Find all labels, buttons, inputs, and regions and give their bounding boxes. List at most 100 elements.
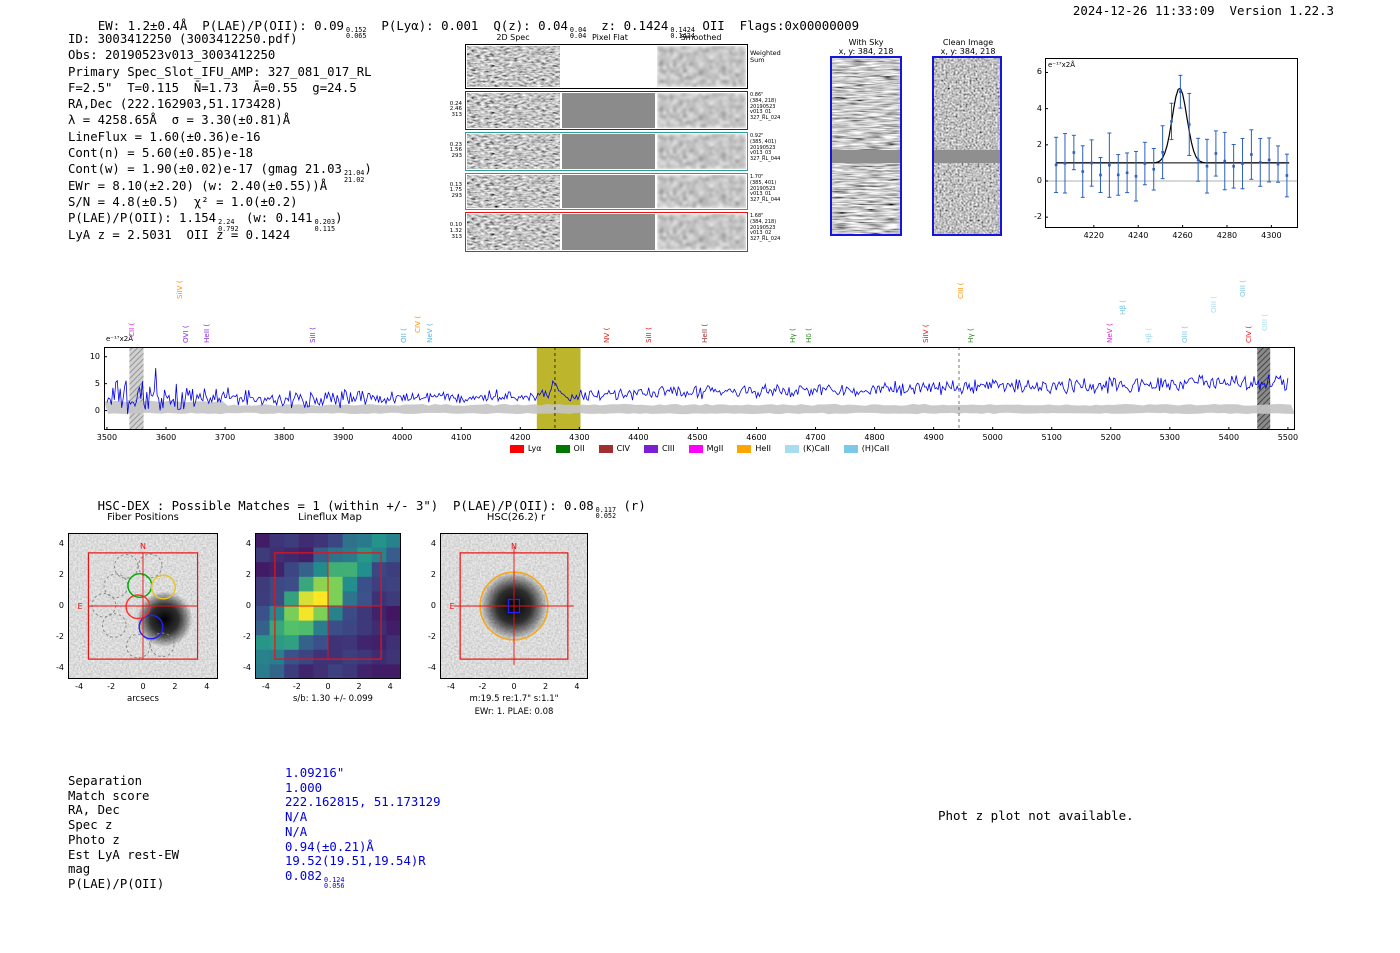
heatmap-cell <box>298 562 314 578</box>
legend-item: OII <box>555 444 585 453</box>
lineflux-caption: s/b: 1.30 +/- 0.099 <box>293 694 373 704</box>
weight-line: 293 <box>451 153 463 160</box>
emission-line-label: CII ( <box>126 322 136 337</box>
with-sky-noise <box>832 58 900 234</box>
legend-label: (H)CaII <box>861 444 890 453</box>
legend-item: (H)CaII <box>843 444 890 453</box>
emission-line-label: SiIV ( <box>921 324 931 343</box>
spec2d-cell-pixelflat <box>562 46 655 87</box>
legend-item: MgII <box>688 444 723 453</box>
match-row-label: Photo z <box>68 832 120 847</box>
hsc-dex-suffix: (r) <box>616 499 646 513</box>
info-lambda-sigma: λ = 4258.65Å σ = 3.30(±0.81)Å <box>68 113 291 128</box>
match-row-value: N/A <box>285 825 307 839</box>
emission-line-label: HeII ( <box>699 323 709 343</box>
full-spectrum-plot <box>104 347 1295 430</box>
heatmap-cell <box>328 620 344 636</box>
info-id: ID: 3003412250 (3003412250.pdf) <box>68 32 298 46</box>
inset-xtick-label: 4280 <box>1216 231 1238 240</box>
inset-xtick-label: 4300 <box>1261 231 1282 240</box>
heatmap-cell <box>357 649 373 665</box>
legend-item: HeII <box>737 444 771 453</box>
inset-xtick-label: 4260 <box>1172 231 1193 240</box>
heatmap-cell <box>357 606 373 622</box>
heatmap-cell <box>284 606 300 622</box>
spec2d-cell-pixelflat <box>562 93 655 128</box>
spectrum-xtick-label: 3600 <box>155 433 177 442</box>
heatmap-cell <box>269 649 285 665</box>
data-point <box>1143 162 1147 165</box>
heatmap-cell <box>284 533 300 549</box>
heatmap-cell <box>371 620 387 636</box>
spec2d-row-weights: 0.24 2.46 313 <box>440 101 463 119</box>
data-point <box>1072 151 1076 154</box>
col-header-smoothed: Smoothed <box>680 33 722 42</box>
cutout-ytick-label: 4 <box>58 538 64 548</box>
cutout-xtick-label: -4 <box>447 682 455 691</box>
spec2d-cell-smoothed <box>657 93 746 132</box>
cutout-ytick-label: 0 <box>430 601 436 610</box>
data-point <box>1232 164 1235 168</box>
heatmap-cell <box>255 620 271 636</box>
heatmap-cell <box>342 533 358 549</box>
cutout-xtick-label: 2 <box>356 682 362 691</box>
info-spec-slot: Primary Spec_Slot_IFU_AMP: 327_081_017_R… <box>68 64 372 79</box>
weight-line: 313 <box>451 112 463 119</box>
error-band <box>104 400 1295 415</box>
cutout-ytick-label: -2 <box>243 632 251 642</box>
heatmap-cell <box>328 576 344 592</box>
axes-frame <box>1045 58 1298 228</box>
heatmap-cell <box>284 620 300 636</box>
emission-line-label: Hβ ( <box>1118 299 1128 315</box>
legend-item: CIII <box>643 444 675 453</box>
heatmap-cell <box>313 591 329 607</box>
emission-line-label: SiIV ( <box>174 280 184 299</box>
heatmap-cell <box>255 649 271 665</box>
spec2d-row-weights: 0.13 1.75 293 <box>440 182 462 200</box>
fiber-positions-panel: NE <box>68 533 218 679</box>
spectrum-xtick-label: 4800 <box>864 433 885 442</box>
legend-label: Lyα <box>527 444 542 453</box>
value-text: N/A <box>285 810 308 825</box>
legend-label: CIII <box>661 444 675 453</box>
heatmap-cell <box>269 635 285 651</box>
heatmap-cell <box>357 533 373 549</box>
heatmap-cell <box>328 664 344 679</box>
emission-line-label: OII ( <box>398 328 408 343</box>
stacked-value: 0.117 0.052 <box>595 506 617 521</box>
data-point <box>1250 153 1253 156</box>
col-header-2dspec: 2D Spec <box>496 33 530 42</box>
heatmap-cell <box>342 620 358 636</box>
emission-line-label: Hγ ( <box>966 328 976 343</box>
clean-image-title: Clean Image <box>942 38 994 47</box>
match-row-label: Separation <box>68 774 143 788</box>
info-photometry: F=2.5" T=0.115 N̄=1.73 Ā=0.55 g=24.5 <box>68 80 357 95</box>
emission-line-label: NeV ( <box>1104 323 1114 343</box>
heatmap-cell <box>342 649 358 665</box>
legend-swatch <box>509 444 524 453</box>
legend-swatch <box>555 444 570 453</box>
data-point <box>1258 161 1262 164</box>
spectrum-xtick-label: 4600 <box>746 433 767 442</box>
inset-ytick-label: 0 <box>1036 175 1042 185</box>
spectrum-xtick-label: 5200 <box>1100 433 1121 442</box>
data-point <box>1170 120 1173 123</box>
cutout-xtick-label: 2 <box>542 682 549 691</box>
heatmap-cell <box>328 547 344 563</box>
emission-line-label: SiII ( <box>643 327 653 343</box>
spectrum-xtick-label: 4200 <box>510 433 531 442</box>
data-point <box>1054 163 1058 167</box>
heatmap-cell <box>386 533 401 549</box>
heatmap-cell <box>269 664 285 679</box>
data-point <box>1205 164 1209 168</box>
heatmap-cell <box>298 547 314 563</box>
heatmap-cell <box>298 635 314 651</box>
data-point <box>1276 162 1280 166</box>
with-sky-title: With Sky <box>848 38 884 47</box>
stack-lo: 0.052 <box>595 512 617 521</box>
heatmap-cell <box>298 606 314 622</box>
cutout-xtick-label: 0 <box>325 682 331 691</box>
summary-plya-qz: P(Lyα): 0.001 Q(z): 0.04 <box>366 18 568 33</box>
clean-image <box>932 56 1002 236</box>
info-lineflux: LineFlux = 1.60(±0.36)e-16 <box>68 129 261 144</box>
